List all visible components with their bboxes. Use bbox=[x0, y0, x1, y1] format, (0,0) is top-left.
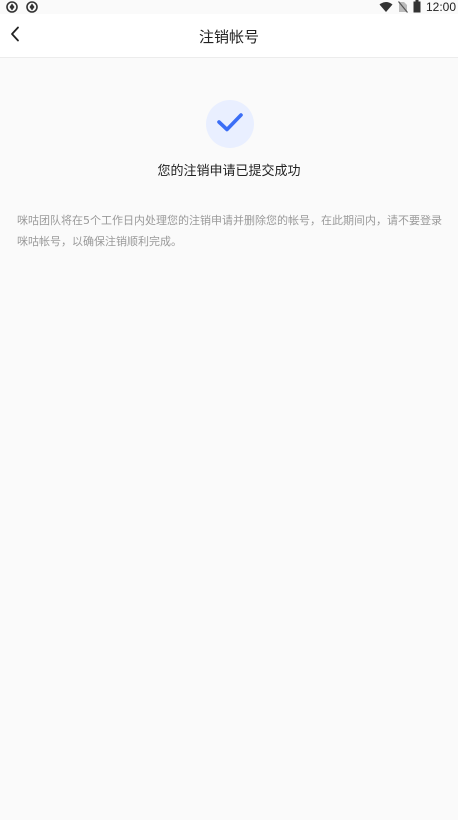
navigation-bar: 注销帐号 bbox=[0, 14, 458, 58]
status-right-icons: 12:00 bbox=[379, 0, 456, 14]
description-text: 咪咕团队将在5个工作日内处理您的注销申请并删除您的帐号，在此期间内，请不要登录咪… bbox=[17, 214, 442, 248]
success-badge bbox=[206, 100, 254, 148]
page-title: 注销帐号 bbox=[198, 28, 259, 46]
check-icon bbox=[216, 111, 244, 137]
status-left-icons bbox=[6, 0, 38, 13]
status-time: 12:00 bbox=[425, 0, 456, 14]
status-bar: 12:00 bbox=[0, 0, 458, 14]
success-message: 您的注销申请已提交成功 bbox=[157, 164, 301, 179]
